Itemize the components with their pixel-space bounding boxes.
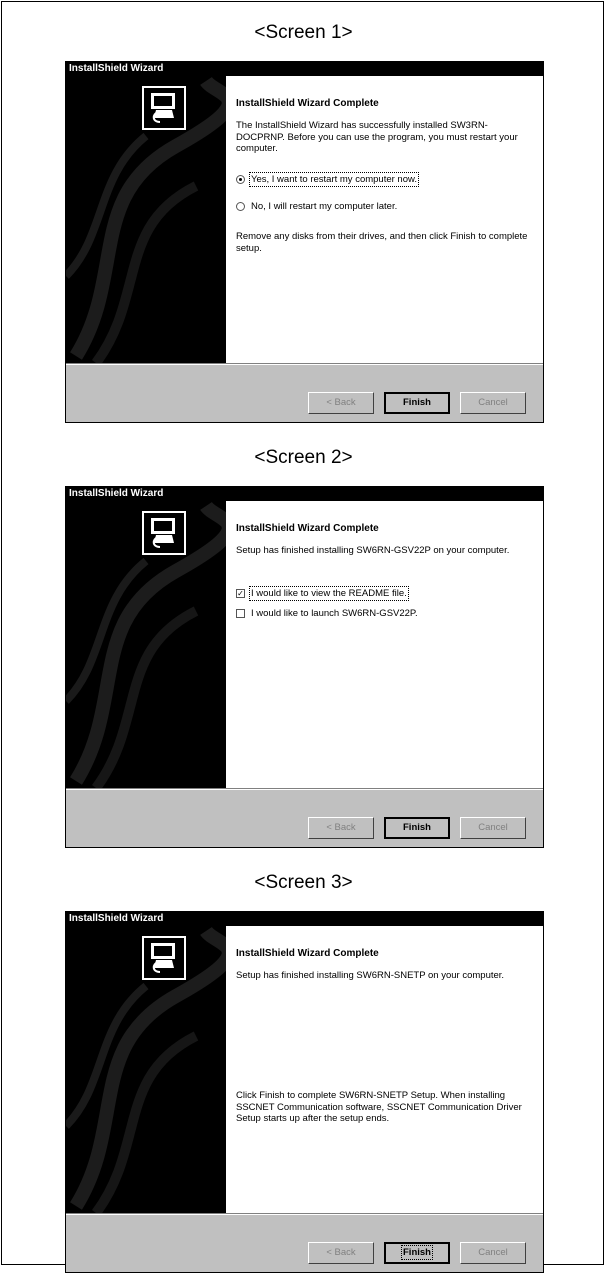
checkbox-checked-icon: ✓ xyxy=(236,589,245,598)
screen-3-caption: <Screen 3> xyxy=(254,872,353,893)
installer-computer-icon xyxy=(142,511,186,555)
radio-restart-now[interactable]: Yes, I want to restart my computer now. xyxy=(236,172,419,187)
screen-2-caption: <Screen 2> xyxy=(254,447,353,468)
radio-restart-now-label: Yes, I want to restart my computer now. xyxy=(249,172,419,187)
title-bar: InstallShield Wizard xyxy=(66,912,543,926)
heading: InstallShield Wizard Complete xyxy=(236,948,379,959)
content-area: InstallShield Wizard Complete Setup has … xyxy=(66,926,543,1213)
finish-button[interactable]: Finish xyxy=(384,392,450,414)
checkbox-view-readme-label: I would like to view the README file. xyxy=(249,586,409,601)
finish-button[interactable]: Finish xyxy=(384,1242,450,1264)
finish-button[interactable]: Finish xyxy=(384,817,450,839)
footer-text: Click Finish to complete SW6RN-SNETP Set… xyxy=(236,1090,522,1124)
checkbox-launch-program-label: I would like to launch SW6RN-GSV22P. xyxy=(251,608,418,619)
divider xyxy=(66,788,543,790)
cancel-button[interactable]: Cancel xyxy=(460,392,526,414)
content-area: InstallShield Wizard Complete The Instal… xyxy=(66,76,543,363)
body-text: Setup has finished installing SW6RN-SNET… xyxy=(236,970,505,981)
content-area: InstallShield Wizard Complete Setup has … xyxy=(66,501,543,788)
radio-restart-later[interactable]: No, I will restart my computer later. xyxy=(236,201,397,212)
finish-button-label: Finish xyxy=(401,1245,433,1260)
checkbox-view-readme[interactable]: ✓ I would like to view the README file. xyxy=(236,586,409,601)
title-bar: InstallShield Wizard xyxy=(66,487,543,501)
checkbox-launch-program[interactable]: I would like to launch SW6RN-GSV22P. xyxy=(236,608,418,619)
divider xyxy=(66,363,543,365)
footer-text: Remove any disks from their drives, and … xyxy=(236,231,528,254)
heading: InstallShield Wizard Complete xyxy=(236,98,379,109)
cancel-button[interactable]: Cancel xyxy=(460,817,526,839)
radio-selected-icon xyxy=(236,175,245,184)
back-button[interactable]: < Back xyxy=(308,1242,374,1264)
radio-unselected-icon xyxy=(236,202,245,211)
wizard-dialog-1: InstallShield Wizard InstallShield Wizar… xyxy=(65,61,544,423)
installer-computer-icon xyxy=(142,86,186,130)
radio-restart-later-label: No, I will restart my computer later. xyxy=(251,201,398,212)
wizard-dialog-2: InstallShield Wizard InstallShield Wizar… xyxy=(65,486,544,848)
body-text: Setup has finished installing SW6RN-GSV2… xyxy=(236,545,510,556)
side-panel xyxy=(66,501,226,788)
side-panel xyxy=(66,76,226,363)
wizard-dialog-3: InstallShield Wizard InstallShield Wizar… xyxy=(65,911,544,1273)
back-button[interactable]: < Back xyxy=(308,392,374,414)
installer-computer-icon xyxy=(142,936,186,980)
heading: InstallShield Wizard Complete xyxy=(236,523,379,534)
cancel-button[interactable]: Cancel xyxy=(460,1242,526,1264)
back-button[interactable]: < Back xyxy=(308,817,374,839)
body-text: The InstallShield Wizard has successfull… xyxy=(236,120,518,154)
divider xyxy=(66,1213,543,1215)
checkbox-unchecked-icon xyxy=(236,609,245,618)
screen-1-caption: <Screen 1> xyxy=(254,22,353,43)
side-panel xyxy=(66,926,226,1213)
title-bar: InstallShield Wizard xyxy=(66,62,543,76)
